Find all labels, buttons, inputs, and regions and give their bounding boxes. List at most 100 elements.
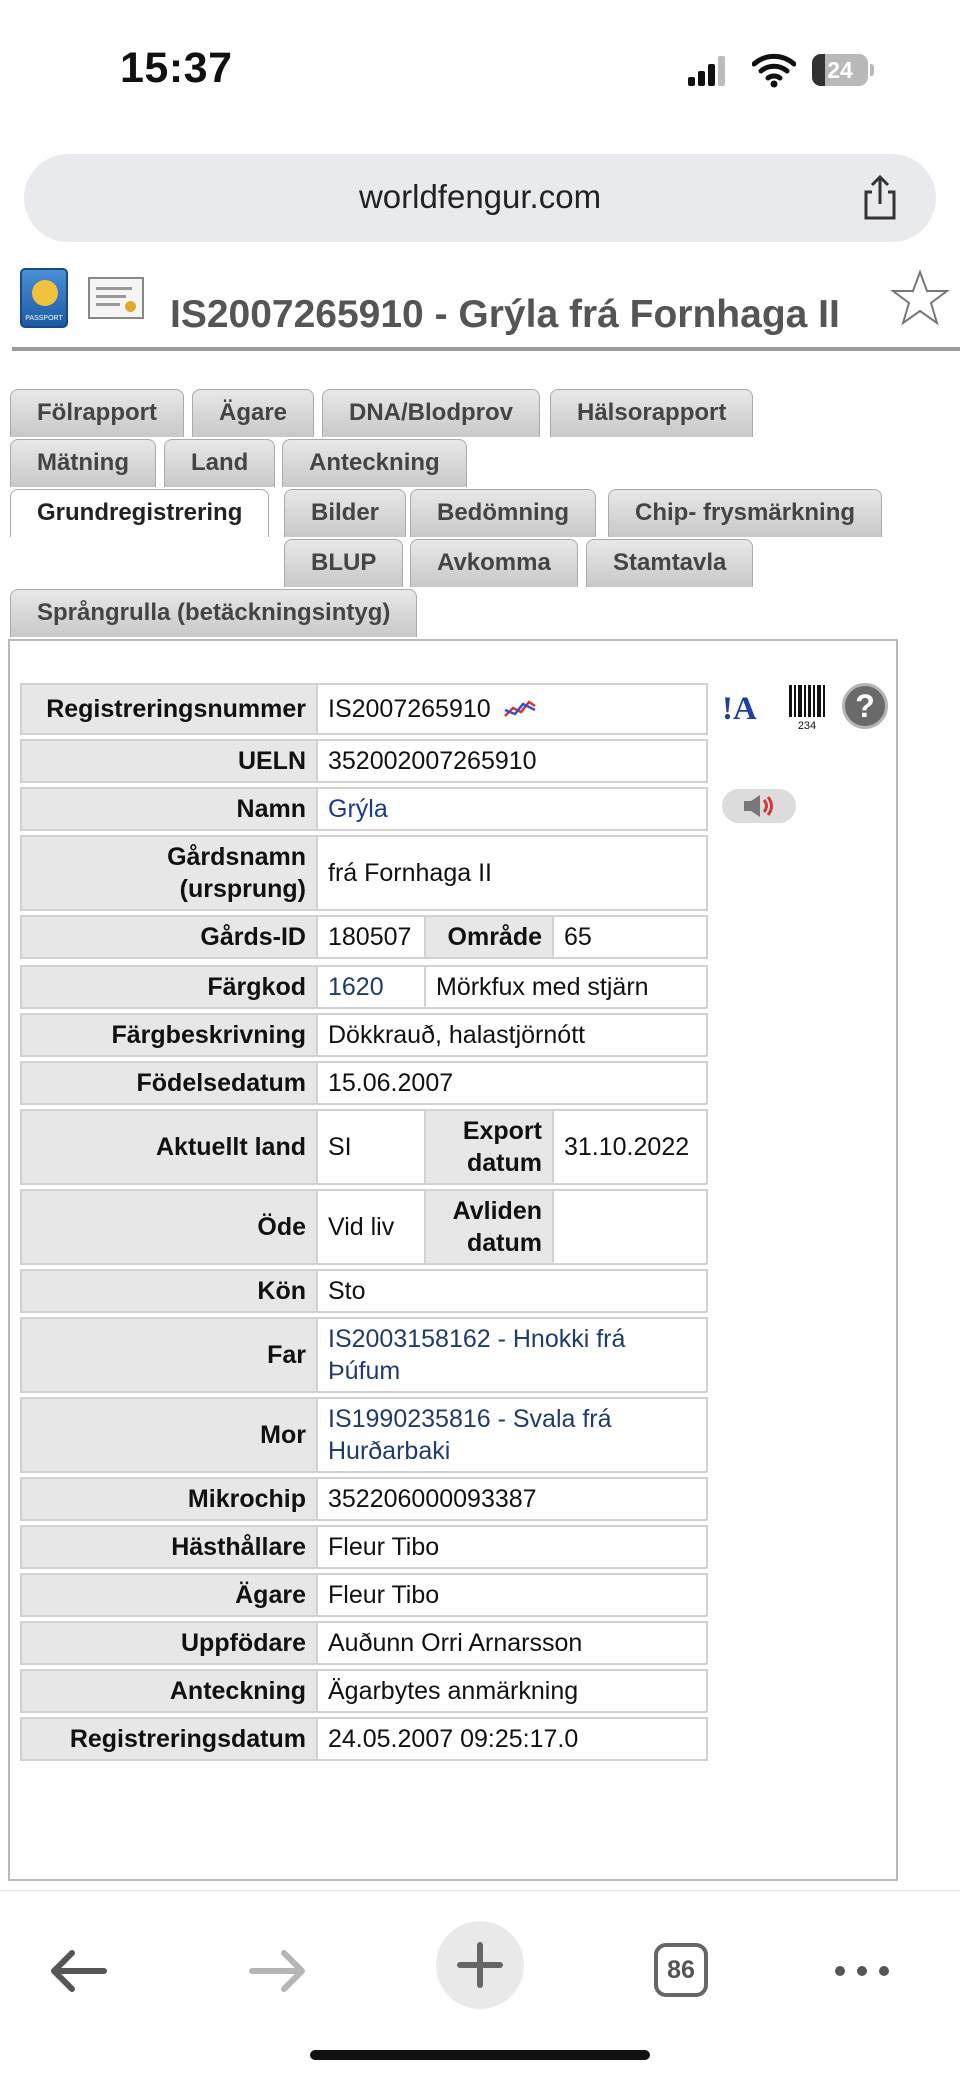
tab-folrapport[interactable]: Fölrapport [10, 389, 184, 437]
forward-arrow-icon[interactable] [238, 1931, 318, 2011]
tab-bilder[interactable]: Bilder [284, 489, 407, 537]
table-row: Ägare Fleur Tibo [20, 1573, 720, 1617]
color-desc-value: Mörkfux med stjärn [424, 965, 708, 1009]
tab-avkomma[interactable]: Avkomma [410, 539, 578, 587]
help-icon[interactable]: ? [842, 683, 888, 729]
field-label: UELN [20, 739, 318, 783]
table-row: Mikrochip 352206000093387 [20, 1477, 720, 1521]
microchip-value: 352206000093387 [316, 1477, 708, 1521]
barcode-icon[interactable]: 234 [788, 683, 826, 731]
farm-name-value: frá Fornhaga II [316, 835, 708, 911]
tab-anteckning[interactable]: Anteckning [282, 439, 467, 487]
table-row: Hästhållare Fleur Tibo [20, 1525, 720, 1569]
tab-halsorapport[interactable]: Hälsorapport [550, 389, 754, 437]
field-label: Namn [20, 787, 318, 831]
svg-text:234: 234 [798, 720, 816, 731]
tab-matning[interactable]: Mätning [10, 439, 156, 487]
ia-icon[interactable]: !A [722, 691, 757, 728]
tabs-count-button[interactable]: 86 [654, 1943, 708, 1997]
owner-value: Fleur Tibo [316, 1573, 708, 1617]
plus-icon [457, 1942, 503, 1988]
table-row: Födelsedatum 15.06.2007 [20, 1061, 720, 1105]
url-text[interactable]: worldfengur.com [24, 178, 936, 216]
more-options-icon[interactable] [824, 1931, 904, 2011]
tab-land[interactable]: Land [164, 439, 276, 487]
field-label: Gårds-ID [20, 915, 318, 959]
country-value: SI [316, 1109, 426, 1185]
table-row: Färgkod 1620 Mörkfux med stjärn [20, 965, 720, 1009]
share-icon[interactable] [856, 174, 904, 222]
field-label: Område [424, 915, 554, 959]
name-link[interactable]: Grýla [316, 787, 708, 831]
table-row: Gårdsnamn (ursprung) frá Fornhaga II [20, 835, 720, 911]
field-label: Födelsedatum [20, 1061, 318, 1105]
sex-value: Sto [316, 1269, 708, 1313]
page-content: PASSPORT IS2007265910 - Grýla frá Fornha… [0, 265, 960, 1885]
ueln-value: 352002007265910 [316, 739, 708, 783]
table-row: Far IS2003158162 - Hnokki frá Þúfum [20, 1317, 720, 1393]
registration-date-value: 24.05.2007 09:25:17.0 [316, 1717, 708, 1761]
birth-date-value: 15.06.2007 [316, 1061, 708, 1105]
table-row: Färgbeskrivning Dökkrauð, halastjörnótt [20, 1013, 720, 1057]
table-row: Anteckning Ägarbytes anmärkning [20, 1669, 720, 1713]
death-date-value [552, 1189, 708, 1265]
table-row: Mor IS1990235816 - Svala frá Hurðarbaki [20, 1397, 720, 1473]
breeder-value: Auðunn Orri Arnarsson [316, 1621, 708, 1665]
back-arrow-icon[interactable] [38, 1931, 118, 2011]
trend-graph-icon[interactable] [503, 696, 537, 722]
keeper-value: Fleur Tibo [316, 1525, 708, 1569]
tab-stamtavla[interactable]: Stamtavla [586, 539, 754, 587]
table-row: Aktuellt land SI Export datum 31.10.2022 [20, 1109, 720, 1185]
tab-bedomning[interactable]: Bedömning [410, 489, 596, 537]
field-label: Far [20, 1317, 318, 1393]
tab-dna-blodprov[interactable]: DNA/Blodprov [322, 389, 540, 437]
speaker-icon[interactable] [722, 789, 796, 823]
field-label: Mor [20, 1397, 318, 1473]
dam-link[interactable]: IS1990235816 - Svala frá Hurðarbaki [316, 1397, 708, 1473]
field-label: Export datum [424, 1109, 554, 1185]
new-tab-button[interactable] [436, 1921, 524, 2009]
note-value: Ägarbytes anmärkning [316, 1669, 708, 1713]
star-favorite-icon[interactable] [890, 269, 950, 329]
field-label: Öde [20, 1189, 318, 1265]
tab-grundregistrering[interactable]: Grundregistrering [10, 489, 270, 537]
fate-value: Vid liv [316, 1189, 426, 1265]
sire-link[interactable]: IS2003158162 - Hnokki frá Þúfum [316, 1317, 708, 1393]
field-label: Ägare [20, 1573, 318, 1617]
battery-icon: 24 [812, 54, 874, 86]
field-label: Färgkod [20, 965, 318, 1009]
table-row: Öde Vid liv Avliden datum [20, 1189, 720, 1265]
battery-level: 24 [827, 57, 853, 83]
field-label: Mikrochip [20, 1477, 318, 1521]
table-row: Registreringsdatum 24.05.2007 09:25:17.0 [20, 1717, 720, 1761]
status-time: 15:37 [120, 44, 233, 92]
field-label: Anteckning [20, 1669, 318, 1713]
export-date-value: 31.10.2022 [552, 1109, 708, 1185]
field-label: Aktuellt land [20, 1109, 318, 1185]
table-row: Namn Grýla [20, 787, 720, 831]
table-row: Gårds-ID 180507 Område 65 [20, 915, 720, 959]
title-divider [12, 347, 960, 351]
field-label: Kön [20, 1269, 318, 1313]
tab-blup[interactable]: BLUP [284, 539, 404, 587]
cellular-signal-icon [688, 56, 728, 86]
color-description-value: Dökkrauð, halastjörnótt [316, 1013, 708, 1057]
table-row: Kön Sto [20, 1269, 720, 1313]
status-bar: 15:37 24 [0, 0, 960, 140]
tab-agare[interactable]: Ägare [192, 389, 315, 437]
farm-id-value: 180507 [316, 915, 426, 959]
field-label: Avliden datum [424, 1189, 554, 1265]
field-label: Gårdsnamn (ursprung) [20, 835, 318, 911]
color-code-link[interactable]: 1620 [316, 965, 426, 1009]
table-row: UELN 352002007265910 [20, 739, 720, 783]
area-value: 65 [552, 915, 708, 959]
field-label: Hästhållare [20, 1525, 318, 1569]
wifi-icon [752, 53, 796, 88]
passport-icon[interactable]: PASSPORT [20, 268, 68, 328]
home-indicator [310, 2050, 650, 2060]
tab-sprangrulla[interactable]: Språngrulla (betäckningsintyg) [10, 589, 418, 637]
certificate-icon[interactable] [88, 277, 144, 319]
field-label: Registreringsnummer [20, 683, 318, 735]
address-bar[interactable]: worldfengur.com [24, 154, 936, 242]
tab-chip-frysmarkning[interactable]: Chip- frysmärkning [608, 489, 883, 537]
